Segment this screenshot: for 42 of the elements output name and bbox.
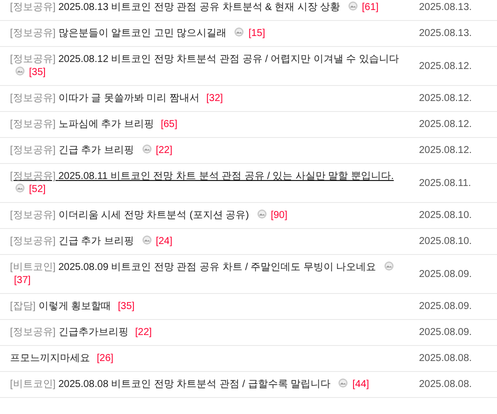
comment-count[interactable]: [65] — [160, 119, 178, 130]
post-title-link[interactable]: [정보공유] 많은분들이 알트코인 고민 많으시길래 — [10, 28, 227, 39]
post-date: 2025.08.08. — [419, 378, 473, 391]
post-title-link[interactable]: 프모느끼지마세요 — [10, 353, 90, 364]
post-title-link[interactable]: [비트코인] 2025.08.09 비트코인 전망 관점 공유 차트 / 주말인데도 무빙이 나오네요 — [10, 262, 376, 273]
post-date: 2025.08.12. — [419, 92, 473, 105]
post-title-link[interactable]: [정보공유] 이따가 글 못쓸까봐 미리 짬내서 — [10, 93, 200, 104]
post-title-link[interactable]: [정보공유] 2025.08.13 비트코인 전망 관점 공유 차트분석 & 현재 시장 상황 — [10, 2, 340, 13]
post-date: 2025.08.09. — [419, 326, 473, 339]
post-title-link[interactable]: [정보공유] 긴급 추가 브리핑 — [10, 145, 134, 156]
comment-count[interactable]: [90] — [270, 210, 288, 221]
comment-count[interactable]: [37] — [14, 275, 31, 286]
comment-count[interactable]: [61] — [362, 2, 379, 13]
comment-count[interactable]: [24] — [156, 236, 172, 247]
post-title-link[interactable]: [정보공유] 긴급 추가 브리핑 — [10, 236, 134, 247]
post-title-link[interactable]: [정보공유] 2025.08.11 비트코인 전망 차트 분석 관점 공유 / 있는 사실만 말할 뿐입니다. — [10, 171, 394, 182]
post-date: 2025.08.09. — [419, 268, 473, 280]
post-title-link[interactable]: [정보공유] 2025.08.12 비트코인 전망 차트분석 관점 공유 / 어렵지만 이겨낼 수 있습니다 — [10, 54, 399, 65]
post-date: 2025.08.08. — [419, 352, 473, 365]
comment-count[interactable]: [35] — [118, 301, 135, 312]
post-date: 2025.08.09. — [419, 300, 473, 313]
post-date: 2025.08.10. — [419, 209, 473, 222]
post-title-link[interactable]: [정보공유] 노파심에 추가 브리핑 — [10, 119, 154, 130]
comment-count[interactable]: [15] — [248, 28, 266, 39]
post-title-link[interactable]: [잡담] 이렇게 횡보할때 — [10, 301, 112, 312]
post-date: 2025.08.12. — [419, 118, 473, 131]
comment-count[interactable]: [35] — [29, 67, 46, 78]
post-date: 2025.08.13. — [419, 1, 473, 14]
comment-count[interactable]: [44] — [352, 379, 370, 390]
comment-count[interactable]: [32] — [206, 93, 223, 104]
post-date: 2025.08.12. — [419, 60, 473, 72]
comment-count[interactable]: [22] — [156, 145, 172, 156]
comment-count[interactable]: [22] — [135, 327, 152, 338]
post-title-link[interactable]: [비트코인] 2025.08.08 비트코인 전망 차트분석 관점 / 급할수록 말립니다 — [10, 379, 331, 390]
comment-count[interactable]: [26] — [96, 353, 114, 364]
post-date: 2025.08.10. — [419, 235, 473, 248]
post-title-link[interactable]: [정보공유] 이더리움 시세 전망 차트분석 (포지션 공유) — [10, 210, 249, 221]
post-date: 2025.08.12. — [419, 144, 473, 157]
post-date: 2025.08.13. — [419, 27, 473, 40]
post-title-link[interactable]: [정보공유] 긴급추가브리핑 — [10, 327, 128, 338]
comment-count[interactable]: [52] — [29, 184, 46, 195]
post-date: 2025.08.11. — [419, 176, 472, 190]
